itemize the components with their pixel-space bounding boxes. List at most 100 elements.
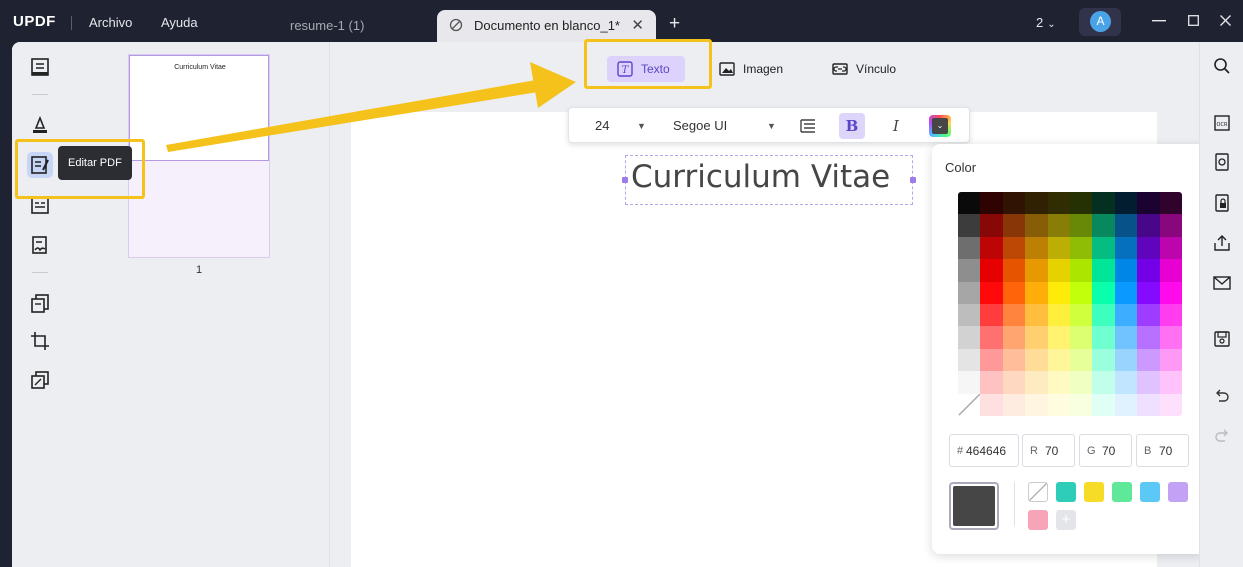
palette-swatch[interactable] [1069,348,1093,372]
share-icon[interactable] [1213,234,1231,252]
resize-handle-left[interactable] [622,177,628,183]
palette-swatch[interactable] [980,214,1003,237]
palette-swatch[interactable] [1159,393,1182,416]
g-input[interactable]: G 70 [1079,434,1132,467]
comment-icon[interactable] [29,114,51,136]
palette-swatch[interactable] [1137,326,1160,349]
image-tool-button[interactable]: Imagen [709,56,799,82]
reader-icon[interactable] [29,56,51,78]
palette-swatch[interactable] [1114,393,1138,416]
palette-swatch[interactable] [1069,326,1093,349]
document-heading[interactable]: Curriculum Vitae [631,159,890,195]
palette-swatch[interactable] [980,281,1003,304]
palette-swatch[interactable] [1069,281,1093,304]
hex-input[interactable]: # 464646 [949,434,1019,467]
add-color-button[interactable]: + [1056,510,1076,530]
palette-swatch[interactable] [1025,303,1048,327]
palette-swatch[interactable] [1025,236,1048,260]
palette-swatch[interactable] [1002,281,1026,304]
palette-swatch[interactable] [1025,214,1048,237]
menu-archivo[interactable]: Archivo [89,15,132,30]
bold-button[interactable]: B [839,113,865,139]
palette-swatch[interactable] [958,214,981,237]
palette-swatch[interactable] [1047,192,1070,215]
palette-swatch[interactable] [1159,192,1182,215]
palette-swatch[interactable] [980,371,1003,394]
palette-swatch[interactable] [1114,192,1138,215]
palette-swatch[interactable] [1047,303,1070,327]
font-size-select[interactable]: 24 [595,118,609,133]
convert-icon[interactable] [1213,153,1231,171]
undo-icon[interactable] [1213,387,1231,405]
palette-swatch[interactable] [1047,236,1070,260]
palette-swatch[interactable] [1069,192,1093,215]
palette-swatch[interactable] [1114,259,1138,282]
palette-swatch[interactable] [1002,214,1026,237]
palette-swatch[interactable] [1092,393,1115,416]
palette-swatch[interactable] [1092,326,1115,349]
preset-color-swatch[interactable] [1140,482,1160,502]
palette-swatch[interactable] [1137,393,1160,416]
page-thumbnail[interactable]: Curriculum Vitae [128,54,270,258]
palette-swatch[interactable] [1159,348,1182,372]
palette-swatch[interactable] [1002,393,1026,416]
palette-swatch[interactable] [1002,259,1026,282]
palette-swatch[interactable] [958,236,981,260]
palette-swatch[interactable] [1114,236,1138,260]
maximize-icon[interactable] [1188,15,1199,26]
palette-swatch[interactable] [958,371,981,394]
palette-swatch[interactable] [980,393,1003,416]
tab-documento[interactable]: Documento en blanco_1* ✕ [437,10,656,42]
palette-swatch[interactable] [1114,348,1138,372]
palette-swatch[interactable] [1114,214,1138,237]
b-input[interactable]: B 70 [1136,434,1189,467]
palette-swatch[interactable] [1047,281,1070,304]
organize-pages-icon[interactable] [29,292,51,314]
palette-swatch[interactable] [1047,326,1070,349]
palette-swatch[interactable] [958,348,981,372]
resize-handle-right[interactable] [910,177,916,183]
palette-swatch[interactable] [1069,393,1093,416]
palette-swatch[interactable] [1025,192,1048,215]
palette-swatch[interactable] [1025,371,1048,394]
palette-swatch[interactable] [1047,371,1070,394]
r-input[interactable]: R 70 [1022,434,1075,467]
palette-swatch[interactable] [1137,214,1160,237]
palette-swatch[interactable] [1092,214,1115,237]
no-color-swatch[interactable] [1028,482,1048,502]
palette-swatch[interactable] [1002,348,1026,372]
redo-icon[interactable] [1213,427,1231,445]
link-tool-button[interactable]: Vínculo [822,56,912,82]
palette-swatch[interactable] [1002,236,1026,260]
palette-swatch[interactable] [1069,371,1093,394]
palette-swatch[interactable] [1025,393,1048,416]
palette-swatch[interactable] [980,348,1003,372]
palette-swatch[interactable] [1069,259,1093,282]
palette-swatch[interactable] [958,326,981,349]
palette-swatch[interactable] [1137,192,1160,215]
tab-resume[interactable]: resume-1 (1) [290,18,364,33]
palette-swatch[interactable] [980,326,1003,349]
menu-ayuda[interactable]: Ayuda [161,15,198,30]
color-palette[interactable] [958,192,1182,416]
palette-swatch[interactable] [1159,214,1182,237]
layers-icon[interactable] [29,369,51,391]
palette-swatch[interactable] [1092,281,1115,304]
palette-swatch[interactable] [1025,348,1048,372]
palette-swatch[interactable] [980,236,1003,260]
palette-swatch[interactable] [1025,326,1048,349]
palette-swatch[interactable] [1092,371,1115,394]
palette-swatch[interactable] [980,259,1003,282]
mail-icon[interactable] [1213,274,1231,292]
palette-swatch[interactable] [980,303,1003,327]
palette-swatch[interactable] [1137,371,1160,394]
palette-swatch[interactable] [1092,259,1115,282]
palette-swatch[interactable] [1025,281,1048,304]
text-color-button[interactable]: ⌄ [929,115,951,137]
ocr-icon[interactable]: OCR [1213,114,1231,132]
palette-swatch[interactable] [1002,371,1026,394]
palette-swatch[interactable] [1047,214,1070,237]
palette-swatch[interactable] [1159,303,1182,327]
palette-swatch[interactable] [1047,259,1070,282]
italic-button[interactable]: I [883,113,909,139]
